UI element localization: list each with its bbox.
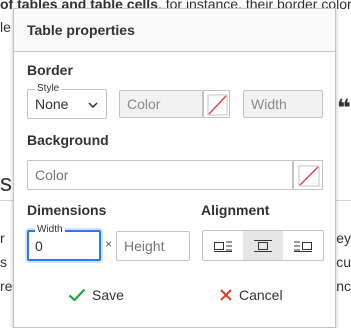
table-height-input[interactable]: Height <box>116 231 190 261</box>
table-width-float-label: Width <box>35 224 65 236</box>
dimensions-section-label: Dimensions <box>27 202 107 218</box>
dialog-header: Table properties <box>14 9 335 52</box>
no-color-icon <box>298 165 320 187</box>
border-width-placeholder: Width <box>251 96 287 112</box>
border-color-swatch-button[interactable] <box>203 90 230 118</box>
align-table-right-button[interactable] <box>283 231 323 260</box>
background-section-label: Background <box>27 132 109 148</box>
background-fragment: re <box>0 278 13 294</box>
background-color-swatch-button[interactable] <box>293 160 323 190</box>
background-fragment: ey <box>336 230 351 246</box>
table-properties-dialog: Table properties Border Style None Color… <box>13 8 336 328</box>
align-table-left-button[interactable] <box>203 231 243 260</box>
cancel-x-icon <box>220 289 232 301</box>
align-right-icon <box>294 241 312 252</box>
save-button[interactable]: Save <box>68 287 124 303</box>
save-button-label: Save <box>92 287 124 303</box>
background-color-input[interactable]: Color <box>27 160 293 190</box>
border-style-dropdown[interactable]: Style None <box>27 83 107 119</box>
table-width-input[interactable]: Width 0 <box>27 224 101 261</box>
checkmark-icon <box>68 288 86 302</box>
background-color-placeholder: Color <box>35 167 69 183</box>
background-heading-fragment: s <box>0 170 12 197</box>
border-style-float-label: Style <box>35 83 62 95</box>
align-left-icon <box>214 241 232 252</box>
chevron-down-icon <box>88 102 98 108</box>
background-fragment: le <box>0 19 11 35</box>
align-table-center-button[interactable] <box>243 231 283 260</box>
border-color-placeholder: Color <box>127 96 161 112</box>
border-style-value: None <box>35 96 69 112</box>
background-fragment: s <box>0 254 7 270</box>
table-height-placeholder: Height <box>124 238 165 254</box>
table-width-value: 0 <box>35 237 43 254</box>
dialog-title: Table properties <box>27 22 135 38</box>
cancel-button[interactable]: Cancel <box>219 287 283 303</box>
background-fragment: r <box>0 230 5 246</box>
alignment-toolbar <box>202 230 324 261</box>
align-center-icon <box>254 239 272 252</box>
cancel-button-label: Cancel <box>239 287 283 303</box>
no-color-icon <box>207 94 228 116</box>
border-section-label: Border <box>27 62 73 78</box>
block-quote-icon: ❝ <box>336 95 351 122</box>
alignment-section-label: Alignment <box>201 202 270 218</box>
border-color-input[interactable]: Color <box>119 90 203 118</box>
border-width-input[interactable]: Width <box>243 90 323 118</box>
dimensions-times-sign: × <box>105 237 113 251</box>
